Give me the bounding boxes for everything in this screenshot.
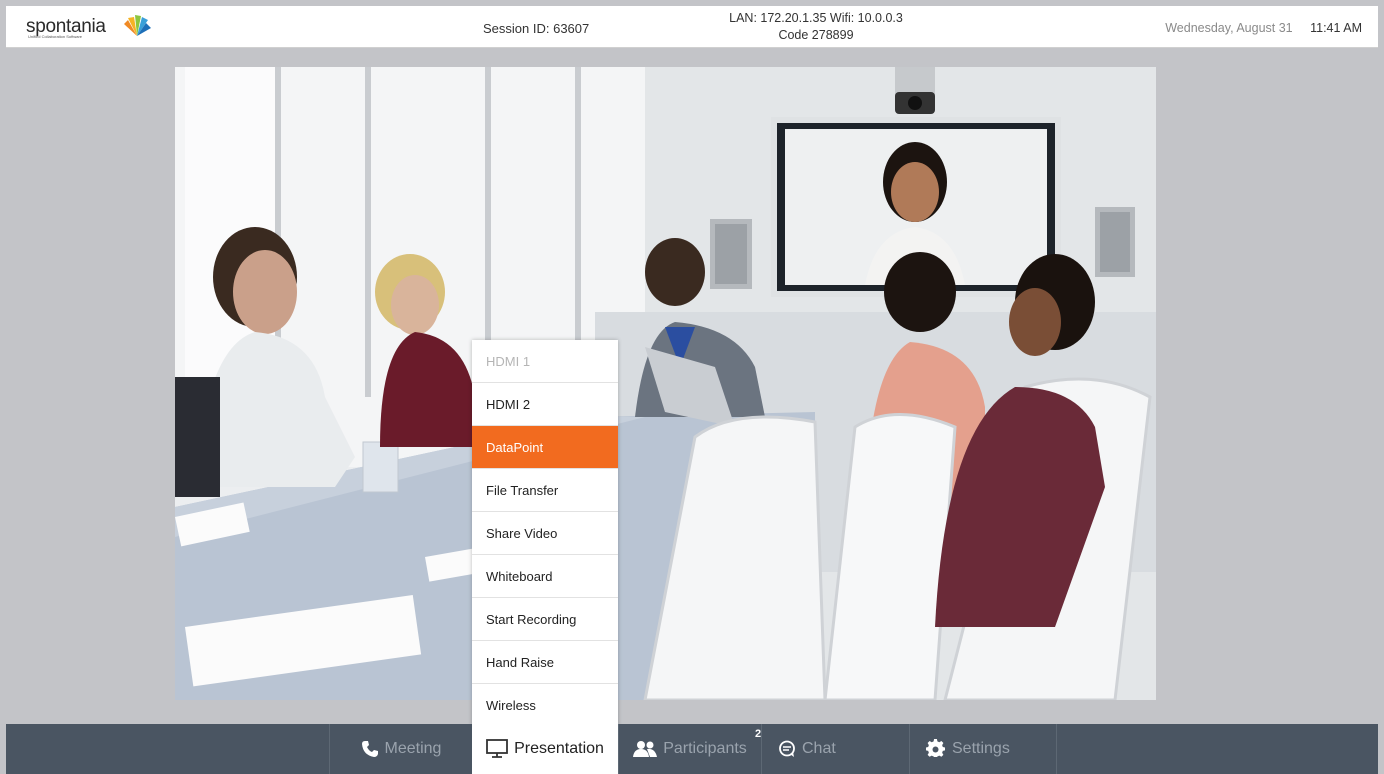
nav-participants-label: Participants	[663, 740, 747, 757]
menu-item-wireless[interactable]: Wireless	[472, 684, 618, 727]
current-date: Wednesday, August 31	[1165, 21, 1293, 35]
gear-icon	[926, 739, 946, 759]
menu-item-hdmi-2[interactable]: HDMI 2	[472, 383, 618, 426]
meeting-code: Code 278899	[778, 28, 854, 42]
menu-item-whiteboard[interactable]: Whiteboard	[472, 555, 618, 598]
nav-chat-label: Chat	[802, 740, 836, 757]
top-bar: spontania Unified Collaboration Software…	[6, 6, 1378, 48]
menu-item-file-transfer[interactable]: File Transfer	[472, 469, 618, 512]
nav-meeting-button[interactable]: Meeting	[329, 724, 472, 774]
menu-item-hdmi-1[interactable]: HDMI 1	[472, 340, 618, 383]
menu-item-share-video[interactable]: Share Video	[472, 512, 618, 555]
monitor-icon	[486, 739, 508, 759]
bottom-nav-bar: Meeting Presentation Participants 2 Chat…	[6, 724, 1378, 774]
conference-room-photo	[175, 67, 1156, 700]
session-id: Session ID: 63607	[483, 21, 590, 36]
nav-chat-button[interactable]: Chat	[761, 724, 909, 774]
spontania-logo: spontania Unified Collaboration Software	[26, 12, 156, 42]
phone-icon	[361, 740, 379, 758]
nav-participants-button[interactable]: Participants 2	[618, 724, 761, 774]
nav-meeting-label: Meeting	[384, 740, 442, 757]
nav-settings-button[interactable]: Settings	[909, 724, 1057, 774]
menu-item-start-recording[interactable]: Start Recording	[472, 598, 618, 641]
people-icon	[633, 740, 658, 758]
nav-presentation-label: Presentation	[514, 740, 604, 757]
nav-presentation-button[interactable]: Presentation	[472, 724, 618, 774]
chat-icon	[778, 740, 796, 758]
network-addresses: LAN: 172.20.1.35 Wifi: 10.0.0.3	[729, 11, 903, 25]
logo-sun-icon	[124, 15, 151, 36]
date-time: Wednesday, August 31 11:41 AM	[1165, 21, 1362, 35]
menu-item-datapoint[interactable]: DataPoint	[472, 426, 618, 469]
network-info: LAN: 172.20.1.35 Wifi: 10.0.0.3 Code 278…	[686, 10, 946, 44]
nav-settings-label: Settings	[952, 740, 1010, 757]
current-time: 11:41 AM	[1310, 21, 1362, 35]
presentation-menu: HDMI 1 HDMI 2 DataPoint File Transfer Sh…	[472, 340, 618, 727]
logo-subtitle: Unified Collaboration Software	[28, 34, 83, 39]
menu-item-hand-raise[interactable]: Hand Raise	[472, 641, 618, 684]
